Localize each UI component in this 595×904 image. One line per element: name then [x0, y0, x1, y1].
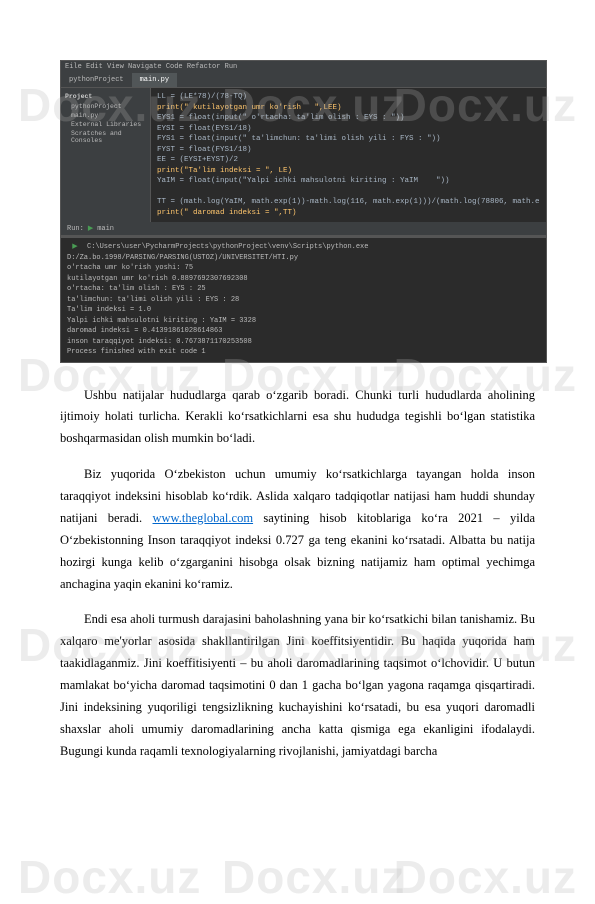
code-line: YaIM = float(input("Yalpi ichki mahsulot…	[157, 177, 450, 185]
editor-tab-main[interactable]: main.py	[132, 73, 177, 87]
run-button-icon[interactable]: ▶	[67, 242, 83, 253]
sidebar-item[interactable]: External Libraries	[65, 120, 146, 129]
run-panel-header: Run: ▶ main	[61, 222, 546, 236]
paragraph-3: Endi esa aholi turmush darajasini bahola…	[60, 609, 535, 762]
code-line: print(" kutilayotgan umr ko'rish ",LEE)	[157, 104, 342, 112]
project-tab[interactable]: pythonProject	[61, 73, 132, 87]
code-line: EYSI = float(EYS1/18)	[157, 125, 252, 133]
ide-menubar: Eile Edit View Navigate Code Refactor Ru…	[61, 61, 546, 73]
code-line: EE = (EYSI+EYST)/2	[157, 156, 238, 164]
sidebar-title: Project	[65, 91, 146, 102]
console-line: Ta'lim indeksi = 1.0	[67, 305, 540, 316]
watermark: Docx.uz	[222, 850, 405, 904]
run-config-name: main	[97, 225, 114, 233]
paragraph-1: Ushbu natijalar hududlarga qarab oʻzgari…	[60, 385, 535, 451]
console-line: Process finished with exit code 1	[67, 347, 540, 358]
console-line: o'rtacha umr ko'rish yoshi: 75	[67, 263, 540, 274]
code-line: EYS1 = float(input(" o'rtacha: ta'lim ol…	[157, 114, 405, 122]
console-output: ▶ C:\Users\user\PycharmProjects\pythonPr…	[61, 236, 546, 362]
console-line: inson taraqqiyot indeksi: 0.767387117025…	[67, 337, 540, 348]
sidebar-item[interactable]: Scratches and Consoles	[65, 129, 146, 145]
paragraph-2: Biz yuqorida Oʻzbekiston uchun umumiy ko…	[60, 464, 535, 595]
run-label: Run:	[67, 225, 84, 233]
external-link[interactable]: www.theglobal.com	[153, 511, 254, 525]
project-sidebar: Project pythonProject main.py External L…	[61, 88, 151, 222]
play-icon[interactable]: ▶	[88, 224, 93, 233]
code-line: print("Ta'lim indeksi = ", LE)	[157, 167, 292, 175]
console-line: kutilayotgan umr ko'rish 0.8897692307692…	[67, 274, 540, 285]
console-line: daromad indeksi = 0.41391861028614863	[67, 326, 540, 337]
code-line: TT = (math.log(YaIM, math.exp(1))-math.l…	[157, 198, 540, 206]
watermark: Docx.uz	[18, 850, 201, 904]
code-line: print(" daromad indeksi = ",TT)	[157, 209, 297, 217]
console-line: Yalpi ichki mahsulotni kiriting : YaIM =…	[67, 316, 540, 327]
code-line: FYS1 = float(input(" ta'limchun: ta'limi…	[157, 135, 441, 143]
code-line: LL = (LE*78)/(78-TQ)	[157, 93, 247, 101]
ide-screenshot: Eile Edit View Navigate Code Refactor Ru…	[60, 60, 547, 363]
console-line: ta'limchun: ta'limi olish yili : EYS : 2…	[67, 295, 540, 306]
menubar-text: Eile Edit View Navigate Code Refactor Ru…	[65, 63, 237, 71]
document-body: Ushbu natijalar hududlarga qarab oʻzgari…	[0, 363, 595, 763]
code-line: FYST = float(FYS1/18)	[157, 146, 252, 154]
sidebar-item[interactable]: main.py	[65, 111, 146, 120]
console-line: C:\Users\user\PycharmProjects\pythonProj…	[67, 242, 540, 263]
code-editor[interactable]: LL = (LE*78)/(78-TQ) print(" kutilayotga…	[151, 88, 546, 222]
sidebar-item[interactable]: pythonProject	[65, 102, 146, 111]
console-line: o'rtacha: ta'lim olish : EYS : 25	[67, 284, 540, 295]
watermark: Docx.uz	[394, 850, 577, 904]
ide-tabs: pythonProject main.py	[61, 73, 546, 88]
